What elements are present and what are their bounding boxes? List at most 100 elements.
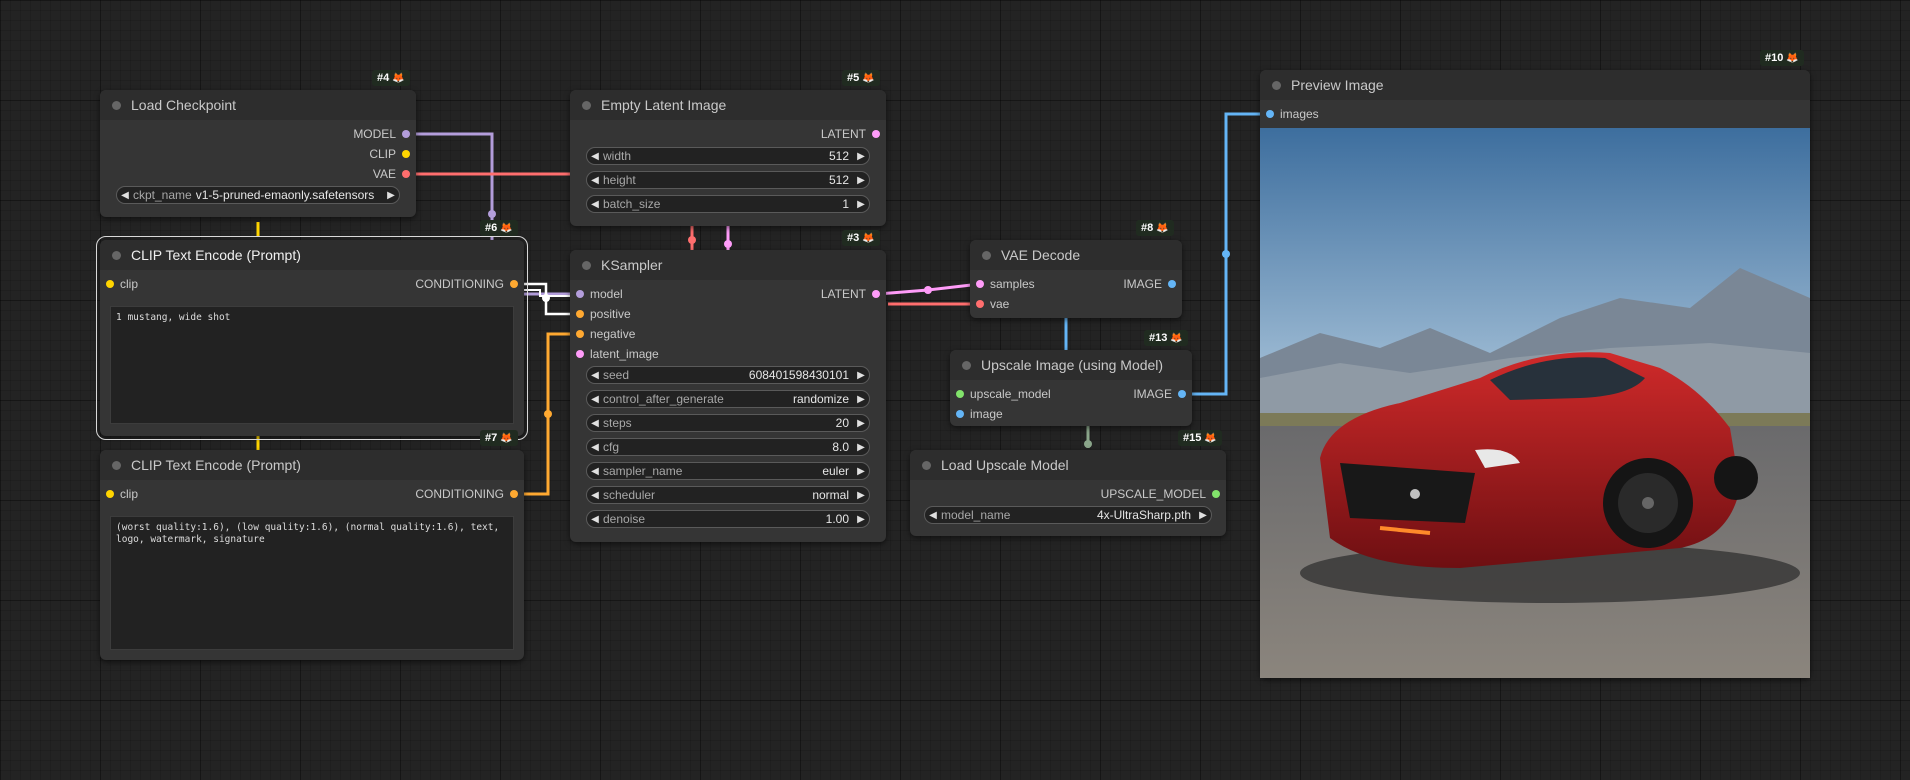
output-conditioning-pin[interactable] [510,280,518,288]
link-samples [877,282,981,296]
output-image-pin[interactable] [1168,280,1176,288]
arrow-right-icon[interactable]: ▶ [853,175,869,186]
arrow-right-icon[interactable]: ▶ [853,490,869,501]
node-title[interactable]: Upscale Image (using Model) [950,350,1192,380]
input-positive: positive [590,307,631,321]
model-name-combo[interactable]: ◀ model_name 4x-UltraSharp.pth ▶ [924,506,1212,524]
node-title[interactable]: CLIP Text Encode (Prompt) [100,450,524,480]
collapse-dot-icon[interactable] [112,100,121,110]
output-latent-pin[interactable] [872,290,880,298]
denoise-widget[interactable]: ◀ denoise 1.00 ▶ [586,510,870,528]
arrow-right-icon[interactable]: ▶ [853,199,869,210]
arrow-right-icon[interactable]: ▶ [853,418,869,429]
input-positive-pin[interactable] [576,310,584,318]
collapse-dot-icon[interactable] [922,460,931,470]
fox-icon: 🦊 [1170,333,1183,344]
arrow-left-icon[interactable]: ◀ [587,175,603,186]
collapse-dot-icon[interactable] [982,250,991,260]
arrow-left-icon[interactable]: ◀ [587,370,603,381]
node-id-badge: #13 🦊 [1144,330,1188,346]
input-vae-pin[interactable] [976,300,984,308]
steps-widget[interactable]: ◀ steps 20 ▶ [586,414,870,432]
node-load-upscale-model[interactable]: #15 🦊 Load Upscale Model UPSCALE_MODEL ◀ m… [910,430,1226,536]
fox-icon: 🦊 [1204,433,1217,444]
arrow-left-icon[interactable]: ◀ [587,418,603,429]
node-title[interactable]: CLIP Text Encode (Prompt) [100,240,524,270]
fox-icon: 🦊 [862,73,875,84]
node-title[interactable]: KSampler [570,250,886,280]
sampler-name-widget[interactable]: ◀ sampler_name euler ▶ [586,462,870,480]
arrow-left-icon[interactable]: ◀ [117,190,133,201]
arrow-left-icon[interactable]: ◀ [587,394,603,405]
node-preview-image[interactable]: #10 🦊 Preview Image images [1260,50,1810,678]
input-latent-image: latent_image [590,347,659,361]
scheduler-widget[interactable]: ◀ scheduler normal ▶ [586,486,870,504]
node-title[interactable]: Load Upscale Model [910,450,1226,480]
arrow-right-icon[interactable]: ▶ [853,151,869,162]
collapse-dot-icon[interactable] [962,360,971,370]
link-reroute-dot [924,286,932,294]
batch-size-widget[interactable]: ◀ batch_size 1 ▶ [586,195,870,213]
fox-icon: 🦊 [1156,223,1169,234]
node-load-checkpoint[interactable]: #4 🦊 Load Checkpoint MODEL CLIP VAE ◀ ckp… [100,70,416,217]
output-vae-pin[interactable] [402,170,410,178]
arrow-right-icon[interactable]: ▶ [853,394,869,405]
arrow-left-icon[interactable]: ◀ [587,199,603,210]
input-clip-pin[interactable] [106,280,114,288]
collapse-dot-icon[interactable] [112,460,121,470]
arrow-left-icon[interactable]: ◀ [587,514,603,525]
node-clip-text-encode-positive[interactable]: #6 🦊 CLIP Text Encode (Prompt) clip CONDI… [96,220,528,440]
node-title[interactable]: VAE Decode [970,240,1182,270]
arrow-right-icon[interactable]: ▶ [853,466,869,477]
node-title[interactable]: Load Checkpoint [100,90,416,120]
collapse-dot-icon[interactable] [582,100,591,110]
arrow-right-icon[interactable]: ▶ [853,514,869,525]
node-title[interactable]: Empty Latent Image [570,90,886,120]
seed-widget[interactable]: ◀ seed 608401598430101 ▶ [586,366,870,384]
input-latent-image-pin[interactable] [576,350,584,358]
output-image-pin[interactable] [1178,390,1186,398]
input-images-pin[interactable] [1266,110,1274,118]
collapse-dot-icon[interactable] [582,260,591,270]
output-conditioning-pin[interactable] [510,490,518,498]
arrow-left-icon[interactable]: ◀ [587,442,603,453]
node-ksampler[interactable]: #3 🦊 KSampler model positive negative lat… [570,230,886,542]
arrow-right-icon[interactable]: ▶ [853,370,869,381]
arrow-left-icon[interactable]: ◀ [587,151,603,162]
arrow-left-icon[interactable]: ◀ [587,490,603,501]
input-upscale-model-pin[interactable] [956,390,964,398]
input-clip-pin[interactable] [106,490,114,498]
input-model-pin[interactable] [576,290,584,298]
input-upscale-model: upscale_model [970,387,1051,401]
prompt-textarea[interactable]: (worst quality:1.6), (low quality:1.6), … [110,516,514,650]
width-widget[interactable]: ◀ width 512 ▶ [586,147,870,165]
link-reroute-dot [1222,250,1230,258]
link-reroute-dot [488,210,496,218]
arrow-left-icon[interactable]: ◀ [587,466,603,477]
arrow-right-icon[interactable]: ▶ [1195,510,1211,521]
arrow-right-icon[interactable]: ▶ [853,442,869,453]
control-after-generate-widget[interactable]: ◀ control_after_generate randomize ▶ [586,390,870,408]
output-image: IMAGE [1123,277,1162,291]
collapse-dot-icon[interactable] [1272,80,1281,90]
output-model-pin[interactable] [402,130,410,138]
ckpt-name-combo[interactable]: ◀ ckpt_name v1-5-pruned-emaonly.safetens… [116,186,400,204]
height-widget[interactable]: ◀ height 512 ▶ [586,171,870,189]
node-empty-latent-image[interactable]: #5 🦊 Empty Latent Image LATENT ◀ width 512 ▶… [570,70,886,226]
output-latent-pin[interactable] [872,130,880,138]
input-clip: clip [120,277,139,291]
node-title[interactable]: Preview Image [1260,70,1810,100]
cfg-widget[interactable]: ◀ cfg 8.0 ▶ [586,438,870,456]
arrow-right-icon[interactable]: ▶ [383,190,399,201]
input-negative-pin[interactable] [576,330,584,338]
node-vae-decode[interactable]: #8 🦊 VAE Decode samples vae IMAGE [970,220,1182,318]
collapse-dot-icon[interactable] [112,250,121,260]
output-clip-pin[interactable] [402,150,410,158]
output-upscale-model-pin[interactable] [1212,490,1220,498]
node-clip-text-encode-negative[interactable]: #7 🦊 CLIP Text Encode (Prompt) clip CONDI… [100,430,524,660]
node-upscale-image[interactable]: #13 🦊 Upscale Image (using Model) upscale… [950,330,1192,426]
input-image-pin[interactable] [956,410,964,418]
prompt-textarea[interactable]: 1 mustang, wide shot [110,306,514,424]
arrow-left-icon[interactable]: ◀ [925,510,941,521]
input-samples-pin[interactable] [976,280,984,288]
